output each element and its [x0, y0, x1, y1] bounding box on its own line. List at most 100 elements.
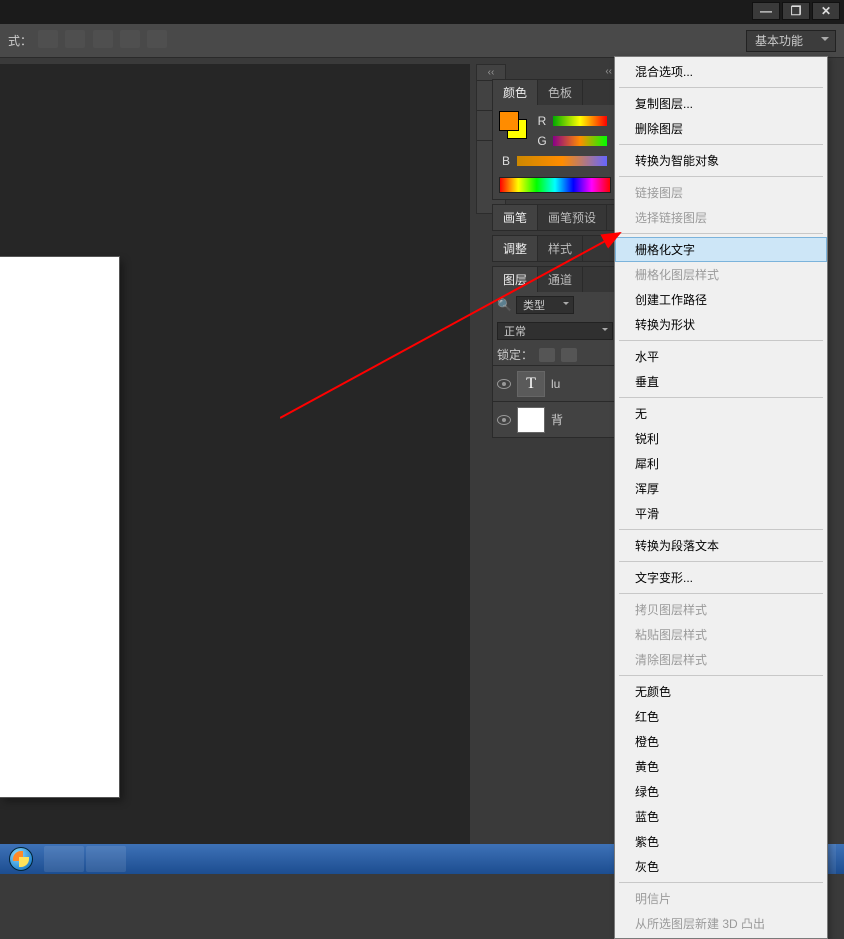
tab-brush-presets[interactable]: 画笔预设 [538, 205, 607, 230]
color-spectrum[interactable] [499, 177, 611, 193]
brush-panel: 画笔 画笔预设 [492, 204, 618, 231]
menu-item[interactable]: 浑厚 [615, 476, 827, 501]
tool-icon[interactable] [38, 30, 58, 48]
tab-swatches[interactable]: 色板 [538, 80, 583, 105]
menu-item[interactable]: 锐利 [615, 426, 827, 451]
document-canvas[interactable] [0, 257, 119, 797]
foreground-color[interactable] [499, 111, 519, 131]
menu-item[interactable]: 文字变形... [615, 565, 827, 590]
foreground-background-swatch[interactable] [499, 111, 527, 139]
visibility-icon[interactable] [497, 379, 511, 389]
options-bar: 式： 基本功能 [0, 24, 844, 58]
layer-context-menu: 混合选项... 复制图层...删除图层转换为智能对象链接图层选择链接图层栅格化文字… [614, 56, 828, 939]
menu-item[interactable]: 删除图层 [615, 116, 827, 141]
menu-item[interactable]: 栅格化文字 [615, 237, 827, 262]
menu-item[interactable]: 创建工作路径 [615, 287, 827, 312]
layer-thumbnail-text[interactable]: T [517, 371, 545, 397]
menu-separator [619, 593, 823, 594]
menu-separator [619, 882, 823, 883]
blend-mode-dropdown[interactable]: 正常 [497, 322, 613, 340]
minimize-button[interactable]: — [752, 2, 780, 20]
menu-item[interactable]: 无 [615, 401, 827, 426]
menu-item[interactable]: 复制图层... [615, 91, 827, 116]
menu-item[interactable]: 红色 [615, 704, 827, 729]
taskbar-app[interactable] [86, 846, 126, 872]
menu-item: 链接图层 [615, 180, 827, 205]
menu-item[interactable]: 平滑 [615, 501, 827, 526]
menu-item[interactable]: 橙色 [615, 729, 827, 754]
menu-item[interactable]: 蓝色 [615, 804, 827, 829]
windows-orb-icon [9, 847, 33, 871]
menu-item[interactable]: 转换为智能对象 [615, 148, 827, 173]
close-button[interactable]: ✕ [812, 2, 840, 20]
menu-separator [619, 529, 823, 530]
menu-separator [619, 397, 823, 398]
g-label: G [535, 134, 549, 148]
menu-item[interactable]: 紫色 [615, 829, 827, 854]
tool-icon[interactable] [120, 30, 140, 48]
menu-item: 粘贴图层样式 [615, 622, 827, 647]
color-panel: 颜色 色板 R G B [492, 79, 618, 200]
layer-filter-row: 🔍 类型 [493, 292, 617, 318]
lock-transparency-icon[interactable] [539, 348, 555, 362]
workspace-label: 基本功能 [755, 32, 803, 49]
menu-item[interactable]: 无颜色 [615, 679, 827, 704]
layer-item[interactable]: T lu [493, 365, 617, 401]
menu-item[interactable]: 转换为段落文本 [615, 533, 827, 558]
tab-styles[interactable]: 样式 [538, 236, 583, 261]
menu-item: 从所选图层新建 3D 凸出 [615, 911, 827, 936]
menu-item: 清除图层样式 [615, 647, 827, 672]
menu-item[interactable]: 混合选项... [615, 59, 827, 84]
search-icon: 🔍 [497, 298, 512, 312]
maximize-button[interactable]: ❐ [782, 2, 810, 20]
menu-item[interactable]: 水平 [615, 344, 827, 369]
menu-item[interactable]: 转换为形状 [615, 312, 827, 337]
menu-item: 栅格化图层样式 [615, 262, 827, 287]
tool-icon[interactable] [147, 30, 167, 48]
menu-separator [619, 87, 823, 88]
lock-label: 锁定： [497, 346, 533, 363]
menu-separator [619, 675, 823, 676]
b-slider[interactable] [517, 156, 607, 166]
menu-item[interactable]: 黄色 [615, 754, 827, 779]
menu-separator [619, 144, 823, 145]
titlebar: — ❐ ✕ [0, 0, 844, 24]
visibility-icon[interactable] [497, 415, 511, 425]
tab-brush[interactable]: 画笔 [493, 205, 538, 230]
menu-item[interactable]: 垂直 [615, 369, 827, 394]
workspace-dropdown[interactable]: 基本功能 [746, 30, 836, 52]
r-label: R [535, 114, 549, 128]
menu-item: 选择链接图层 [615, 205, 827, 230]
tab-layers[interactable]: 图层 [493, 267, 538, 292]
r-slider[interactable] [553, 116, 607, 126]
tool-icon[interactable] [93, 30, 113, 48]
menu-separator [619, 340, 823, 341]
tab-adjust[interactable]: 调整 [493, 236, 538, 261]
canvas-area [0, 64, 470, 844]
layer-name[interactable]: lu [551, 377, 613, 391]
layer-name[interactable]: 背 [551, 411, 613, 428]
tab-color[interactable]: 颜色 [493, 80, 538, 105]
layer-item[interactable]: 背 [493, 401, 617, 437]
menu-separator [619, 176, 823, 177]
menu-item[interactable]: 犀利 [615, 451, 827, 476]
menu-item[interactable]: 绿色 [615, 779, 827, 804]
tab-channels[interactable]: 通道 [538, 267, 583, 292]
layers-panel: 图层 通道 🔍 类型 正常 锁定： T lu [492, 266, 618, 438]
menu-separator [619, 233, 823, 234]
menu-item[interactable]: 灰色 [615, 854, 827, 879]
start-button[interactable] [0, 844, 42, 874]
menu-separator [619, 561, 823, 562]
taskbar-app[interactable] [44, 846, 84, 872]
layer-thumbnail[interactable] [517, 407, 545, 433]
tool-icon[interactable] [65, 30, 85, 48]
g-slider[interactable] [553, 136, 607, 146]
menu-item: 拷贝图层样式 [615, 597, 827, 622]
panel-group: 颜色 色板 R G B 画笔 画笔预设 [492, 64, 618, 844]
menu-item: 明信片 [615, 886, 827, 911]
lock-pixels-icon[interactable] [561, 348, 577, 362]
b-label: B [499, 154, 513, 168]
tool-icons [38, 30, 171, 51]
mode-label: 式： [8, 32, 32, 49]
filter-type-dropdown[interactable]: 类型 [516, 296, 574, 314]
